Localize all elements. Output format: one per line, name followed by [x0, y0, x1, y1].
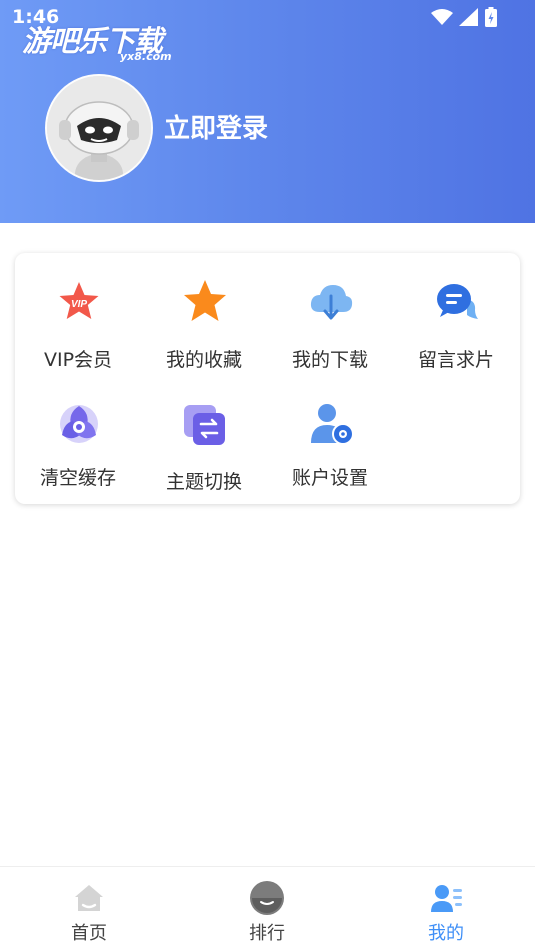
menu-label-favorites: 我的收藏	[165, 349, 242, 371]
menu-label-vip: VIP会员	[43, 349, 113, 371]
tab-ranking[interactable]: 排行	[178, 867, 356, 952]
menu-item-clear-cache[interactable]: 清空缓存	[15, 375, 141, 489]
menu-item-favorites[interactable]: 我的收藏	[141, 253, 267, 371]
svg-text:VIP: VIP	[71, 299, 87, 310]
login-button[interactable]: 立即登录	[164, 108, 268, 145]
star-icon	[184, 280, 226, 321]
wifi-icon	[431, 9, 453, 25]
account-settings-icon	[311, 404, 354, 445]
tab-profile-label: 我的	[428, 923, 464, 944]
profile-icon	[431, 885, 462, 912]
menu-label-clear-cache: 清空缓存	[39, 467, 116, 489]
home-icon	[75, 885, 103, 911]
system-icons	[431, 7, 497, 27]
tab-profile[interactable]: 我的	[357, 867, 535, 952]
menu-item-vip[interactable]: VIP VIP会员	[15, 253, 141, 371]
menu-label-theme: 主题切换	[165, 471, 242, 493]
ranking-icon	[250, 881, 284, 915]
clear-cache-icon	[60, 405, 98, 443]
tab-home-label: 首页	[71, 923, 107, 944]
avatar[interactable]	[45, 74, 153, 182]
profile-header: 1:46 游吧乐下载 yx8.com 立即登录	[0, 0, 535, 223]
menu-label-downloads: 我的下载	[291, 349, 368, 371]
robot-avatar-icon	[47, 76, 151, 180]
watermark-sub: yx8.com	[120, 50, 172, 63]
menu-item-theme[interactable]: 主题切换	[141, 375, 267, 493]
menu-item-downloads[interactable]: 我的下载	[267, 253, 393, 371]
bottom-tab-bar: 首页 排行 我的	[0, 866, 535, 952]
message-icon	[437, 284, 478, 319]
menu-label-account: 账户设置	[291, 467, 368, 489]
tab-home[interactable]: 首页	[0, 867, 178, 952]
battery-icon	[485, 7, 497, 27]
menu-item-account[interactable]: 账户设置	[267, 375, 393, 489]
menu-item-request[interactable]: 留言求片	[393, 253, 519, 371]
vip-star-icon: VIP	[59, 282, 99, 319]
watermark-logo: 游吧乐下载 yx8.com	[22, 18, 192, 68]
menu-label-request: 留言求片	[417, 349, 494, 371]
tab-ranking-label: 排行	[249, 923, 285, 944]
signal-icon	[459, 8, 478, 26]
menu-card: VIP VIP会员 我的收藏 我的下载 留言求片 清空缓存 主题切换 账户设置	[15, 253, 520, 504]
theme-switch-icon	[184, 405, 225, 445]
cloud-download-icon	[310, 285, 353, 320]
